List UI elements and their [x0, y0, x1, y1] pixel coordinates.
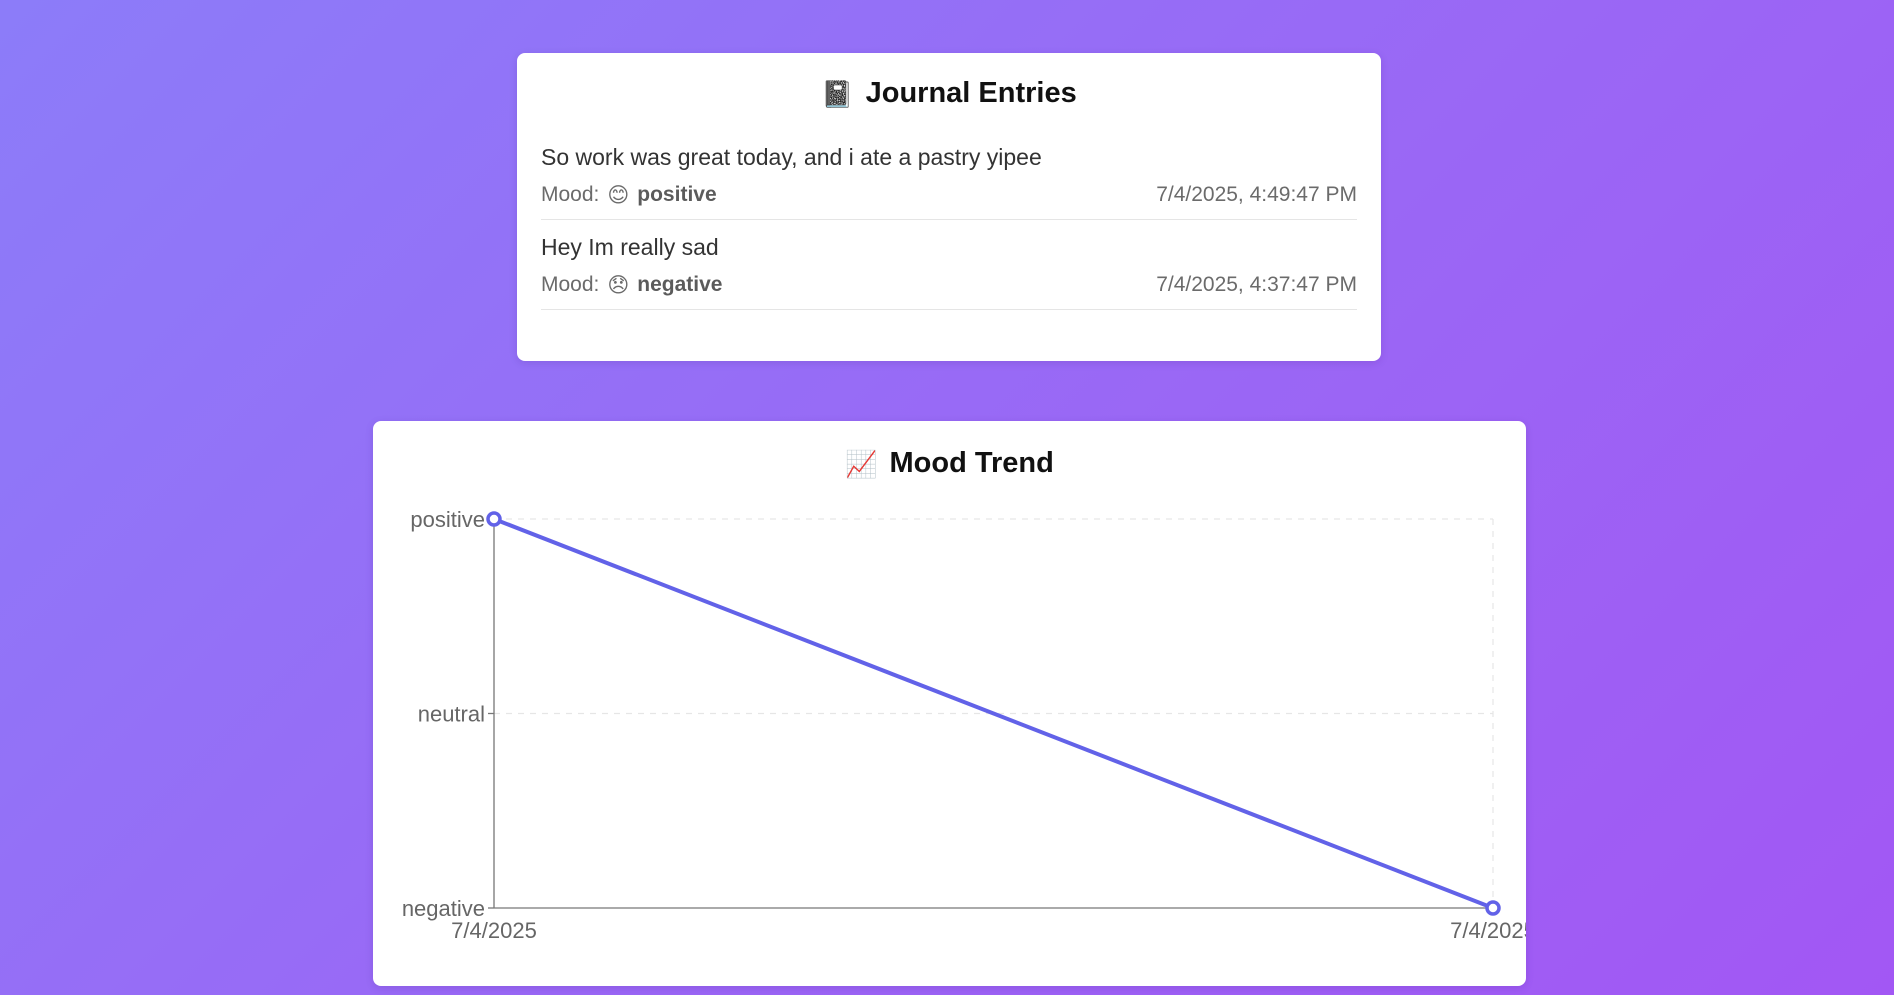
mood-value: negative — [637, 273, 723, 296]
entry-timestamp: 7/4/2025, 4:37:47 PM — [1156, 273, 1357, 296]
data-point — [486, 511, 502, 527]
x-tick-label: 7/4/2025 — [451, 918, 537, 943]
smiling-face-icon: 😊 — [607, 183, 630, 207]
mood-trend-card: 📈 Mood Trend negative neutral positive 7/4/… — [373, 421, 1526, 986]
journal-title-text: Journal Entries — [865, 77, 1077, 109]
entry-timestamp: 7/4/2025, 4:49:47 PM — [1156, 183, 1357, 206]
entry-text: So work was great today, and i ate a pas… — [541, 144, 1042, 170]
y-tick-label: positive — [410, 507, 485, 532]
mood-label: Mood: — [541, 183, 600, 206]
mood-value: positive — [637, 183, 717, 206]
notebook-icon: 📓 — [821, 78, 854, 109]
data-point — [1485, 900, 1501, 916]
mood-indicator: Mood: 😞 negative — [541, 273, 722, 297]
journal-entries-card: 📓 Journal Entries So work was great toda… — [517, 53, 1381, 361]
mood-indicator: Mood: 😊 positive — [541, 183, 717, 207]
entry-meta: Mood: 😞 negative 7/4/2025, 4:37:47 PM — [541, 273, 1357, 297]
y-tick-label: neutral — [418, 702, 485, 727]
entry-text: Hey Im really sad — [541, 234, 719, 260]
mood-label: Mood: — [541, 273, 600, 296]
journal-entry[interactable]: Hey Im really sad Mood: 😞 negative 7/4/2… — [541, 220, 1357, 310]
mood-trend-chart: negativeneutralpositive7/4/20257/4/2025 — [402, 507, 1526, 943]
journal-title: 📓 Journal Entries — [541, 77, 1357, 110]
disappointed-face-icon: 😞 — [607, 273, 630, 297]
entry-meta: Mood: 😊 positive 7/4/2025, 4:49:47 PM — [541, 183, 1357, 207]
x-tick-label: 7/4/2025 — [1450, 918, 1526, 943]
journal-entry[interactable]: So work was great today, and i ate a pas… — [541, 130, 1357, 220]
